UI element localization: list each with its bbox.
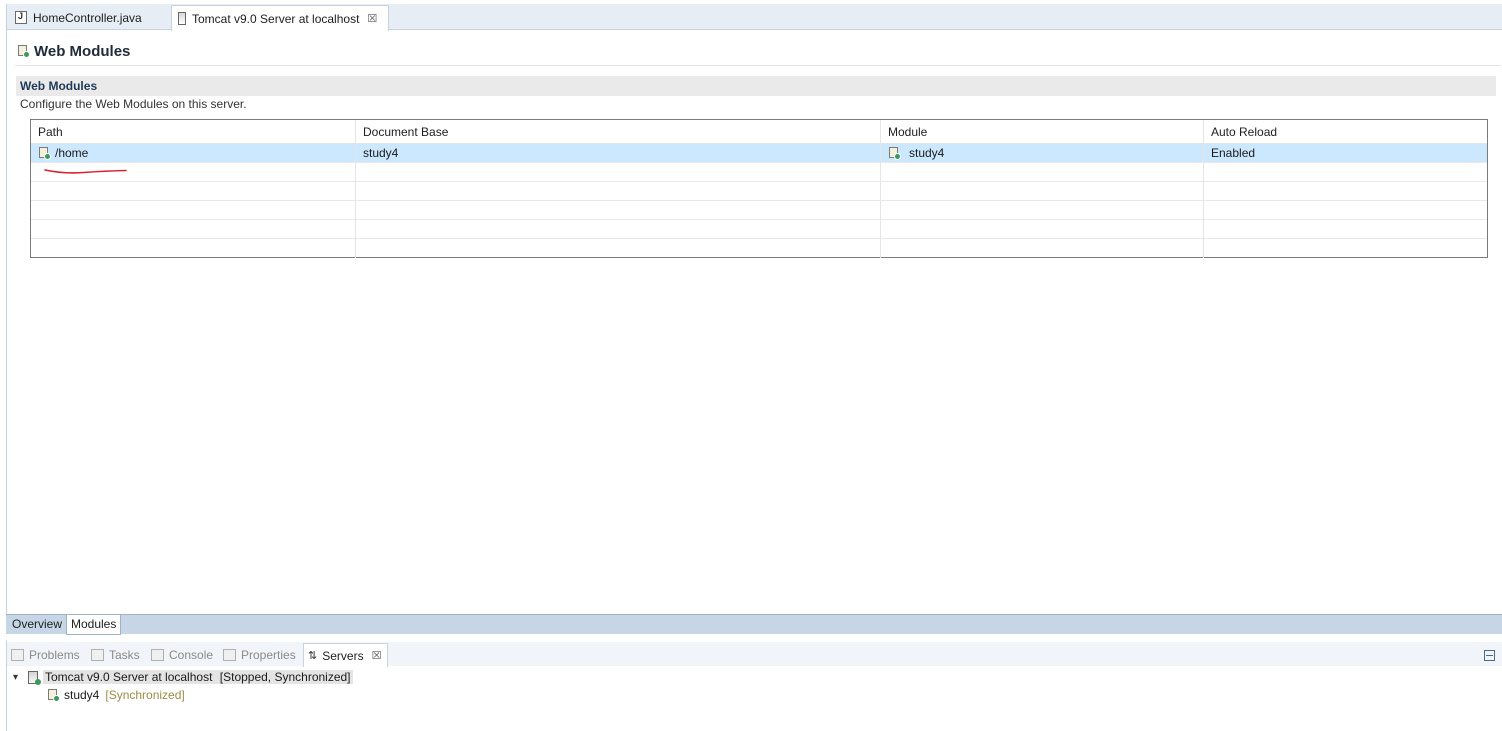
tab-label: Tasks bbox=[109, 648, 140, 662]
cell-module: study4 bbox=[881, 144, 1204, 162]
column-header-module[interactable]: Module bbox=[881, 120, 1204, 143]
annotation-stroke bbox=[44, 169, 127, 174]
tab-console[interactable]: Console bbox=[151, 643, 213, 667]
tab-label: Problems bbox=[29, 648, 80, 662]
tree-item-module[interactable]: study4 [Synchronized] bbox=[47, 686, 353, 704]
tab-label: Tomcat v9.0 Server at localhost bbox=[192, 11, 360, 26]
module-name: study4 bbox=[64, 688, 100, 702]
cell-path-text: /home bbox=[55, 145, 89, 160]
tab-label: HomeController.java bbox=[33, 10, 142, 25]
web-module-icon bbox=[17, 44, 30, 58]
console-icon bbox=[151, 649, 164, 661]
views-panel: Problems Tasks Console Properties ⇅ Serv… bbox=[6, 640, 1502, 731]
chevron-down-icon[interactable]: ▾ bbox=[13, 672, 25, 683]
servers-tree[interactable]: ▾ Tomcat v9.0 Server at localhost [Stopp… bbox=[13, 668, 353, 704]
module-state: [Synchronized] bbox=[105, 688, 185, 702]
column-header-path[interactable]: Path bbox=[31, 120, 356, 143]
java-file-icon bbox=[15, 11, 27, 24]
table-row-empty bbox=[31, 239, 1487, 258]
servers-icon: ⇅ bbox=[308, 650, 318, 662]
tasks-icon bbox=[91, 649, 104, 661]
page-title: Web Modules bbox=[17, 40, 130, 62]
minimize-icon[interactable] bbox=[1484, 650, 1495, 661]
table-row[interactable]: /home study4 study4 Enabled bbox=[31, 144, 1487, 163]
close-icon[interactable]: ☒ bbox=[367, 12, 377, 25]
tab-label: Properties bbox=[241, 648, 296, 662]
problems-icon bbox=[11, 649, 24, 661]
table-row-empty bbox=[31, 182, 1487, 201]
section-title[interactable]: Web Modules bbox=[16, 76, 1496, 96]
views-tab-bar: Problems Tasks Console Properties ⇅ Serv… bbox=[7, 642, 1502, 667]
server-file-icon bbox=[178, 12, 186, 25]
editor-tab-bar: HomeController.java Tomcat v9.0 Server a… bbox=[7, 4, 1502, 31]
web-modules-table[interactable]: Path Document Base Module Auto Reload /h… bbox=[30, 119, 1488, 258]
table-row-empty bbox=[31, 220, 1487, 239]
tab-properties[interactable]: Properties bbox=[223, 643, 296, 667]
cell-document-base: study4 bbox=[356, 144, 881, 162]
tab-label: Console bbox=[169, 648, 214, 662]
tab-label: Servers bbox=[322, 648, 364, 663]
server-label: Tomcat v9.0 Server at localhost [Stopped… bbox=[43, 670, 353, 684]
server-name: Tomcat v9.0 Server at localhost bbox=[45, 670, 213, 684]
table-row-empty bbox=[31, 163, 1487, 182]
tab-problems[interactable]: Problems bbox=[11, 643, 80, 667]
table-row-empty bbox=[31, 201, 1487, 220]
editor-page-tabs: Overview Modules bbox=[6, 614, 1502, 635]
red-underline-annotation bbox=[44, 169, 127, 174]
web-module-icon bbox=[38, 146, 51, 160]
web-module-icon bbox=[888, 146, 901, 160]
column-header-auto-reload[interactable]: Auto Reload bbox=[1204, 120, 1487, 143]
tab-homecontroller[interactable]: HomeController.java bbox=[9, 5, 167, 30]
table-header: Path Document Base Module Auto Reload bbox=[31, 120, 1487, 144]
server-state: [Stopped, Synchronized] bbox=[219, 670, 351, 684]
tab-overview[interactable]: Overview bbox=[8, 615, 66, 635]
server-icon bbox=[28, 670, 41, 685]
close-icon[interactable]: ☒ bbox=[372, 649, 382, 662]
web-module-icon bbox=[47, 688, 60, 702]
header-divider bbox=[15, 65, 1501, 66]
web-modules-section: Web Modules Configure the Web Modules on… bbox=[16, 76, 1496, 111]
cell-module-text: study4 bbox=[909, 145, 945, 160]
column-header-document-base[interactable]: Document Base bbox=[356, 120, 881, 143]
tab-tasks[interactable]: Tasks bbox=[91, 643, 140, 667]
tab-tomcat-server[interactable]: Tomcat v9.0 Server at localhost ☒ bbox=[171, 5, 389, 31]
tab-servers[interactable]: ⇅ Servers ☒ bbox=[303, 643, 389, 667]
cell-auto-reload: Enabled bbox=[1211, 145, 1256, 160]
tab-modules[interactable]: Modules bbox=[66, 615, 122, 635]
cell-path: /home bbox=[31, 144, 356, 162]
page-title-text: Web Modules bbox=[34, 42, 131, 60]
section-description: Configure the Web Modules on this server… bbox=[20, 97, 247, 111]
properties-icon bbox=[223, 649, 236, 661]
tree-item-server[interactable]: ▾ Tomcat v9.0 Server at localhost [Stopp… bbox=[13, 668, 353, 686]
